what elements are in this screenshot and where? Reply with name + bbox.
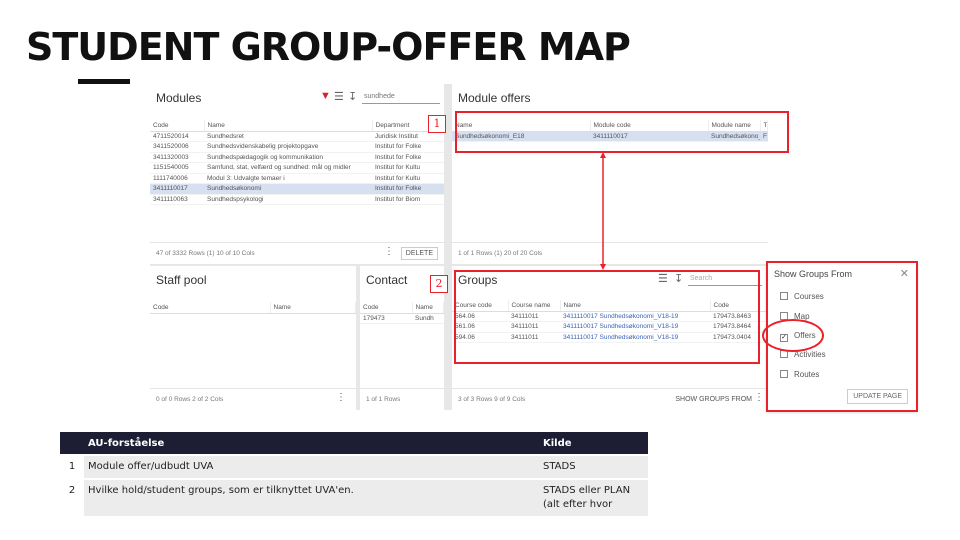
info-row: 1 Module offer/udbudt UVA STADS (60, 456, 648, 478)
cell: 3411520006 (150, 141, 204, 153)
more-options-icon[interactable]: ⋮ (384, 246, 394, 257)
cell: 4711520014 (150, 131, 204, 142)
filter-icon[interactable]: ▼ (320, 90, 331, 102)
cell: Sundhedsvidenskabelig projektopgave (204, 141, 372, 153)
staff-title: Staff pool (156, 273, 207, 287)
cell: Institut for Kultu (372, 173, 444, 184)
info-header-num (60, 432, 84, 454)
info-header-desc: AU-forståelse (84, 432, 539, 454)
column-header[interactable]: Code (150, 302, 271, 314)
column-header[interactable]: Code (150, 120, 205, 132)
slide-title: STUDENT GROUP-OFFER MAP (26, 25, 631, 69)
groups-footer: 3 of 3 Rows 9 of 9 Cols SHOW GROUPS FROM… (452, 388, 768, 410)
show-groups-from-button[interactable]: SHOW GROUPS FROM (675, 396, 752, 403)
option-label: Routes (794, 370, 820, 379)
modules-footer: 47 of 3332 Rows (1) 10 of 10 Cols ⋮ DELE… (150, 242, 444, 264)
contact-title: Contact (366, 273, 408, 287)
cell: 1151540005 (150, 162, 204, 174)
more-options-icon[interactable]: ⋮ (336, 392, 346, 403)
contact-grid: Code Name 179473 Sundh (360, 302, 444, 324)
download-icon[interactable]: ↧ (348, 90, 357, 103)
more-options-icon[interactable]: ⋮ (754, 392, 764, 403)
cell: Institut for Folke (372, 183, 444, 195)
title-underline (78, 79, 130, 84)
column-header[interactable]: Code (360, 302, 413, 314)
offers-row-count: 1 of 1 Rows (1) 20 of 20 Cols (458, 250, 543, 257)
info-header-source: Kilde (539, 432, 648, 454)
contact-footer: 1 of 1 Rows (360, 388, 444, 410)
option-courses[interactable]: Courses (780, 292, 824, 301)
cell: Sundhedspædagogik og kommunikation (204, 152, 372, 163)
info-table: AU-forståelse Kilde 1 Module offer/udbud… (60, 430, 648, 518)
slide: STUDENT GROUP-OFFER MAP Modules ▼ ☰ ↧ su… (0, 0, 960, 540)
groups-row-count: 3 of 3 Rows 9 of 9 Cols (458, 396, 526, 403)
staff-footer: 0 of 0 Rows 2 of 2 Cols ⋮ (150, 388, 356, 410)
modules-search-input[interactable]: sundhede (362, 90, 440, 104)
table-row[interactable]: 3411320003 Sundhedspædagogik og kommunika… (150, 152, 444, 163)
delete-button[interactable]: DELETE (400, 247, 438, 260)
row-number: 1 (60, 456, 84, 478)
cell: Institut for Folke (372, 152, 444, 163)
row-number: 2 (60, 480, 84, 516)
cell: Samfund, stat, velfærd og sundhed: mål o… (204, 162, 372, 174)
connector-arrow (600, 152, 606, 270)
cell: Institut for Folke (372, 141, 444, 153)
row-description: Module offer/udbudt UVA (84, 456, 539, 478)
groups-highlight-box (454, 270, 760, 364)
staff-panel-header: Staff pool (150, 266, 356, 292)
update-page-button[interactable]: UPDATE PAGE (847, 389, 908, 404)
cell: Sundhedspsykologi (204, 194, 372, 205)
info-row: 2 Hvilke hold/student groups, som er til… (60, 480, 648, 516)
row-description: Hvilke hold/student groups, som er tilkn… (84, 480, 539, 516)
table-row[interactable]: 179473 Sundh (360, 313, 444, 324)
table-row[interactable]: 4711520014 Sundhedsret Juridisk Institut (150, 131, 444, 142)
table-row[interactable]: 3411110063 Sundhedspsykologi Institut for … (150, 194, 444, 205)
cell: Institut for Kultu (372, 162, 444, 174)
staff-grid: Code Name (150, 302, 356, 314)
modules-grid: Code Name Department 4711520014 Sundhedsr… (150, 120, 444, 205)
table-row-selected[interactable]: 3411110017 Sundhedsøkonomi Institut for Fo… (150, 183, 444, 195)
checkbox[interactable] (780, 292, 788, 300)
cell: 1111740006 (150, 173, 204, 184)
cell: 179473 (360, 313, 412, 324)
columns-icon[interactable]: ☰ (334, 90, 344, 103)
contact-row-count: 1 of 1 Rows (366, 396, 401, 403)
modules-row-count: 47 of 3332 Rows (1) 10 of 10 Cols (156, 250, 255, 257)
close-icon[interactable]: ✕ (900, 267, 909, 280)
table-row[interactable]: 1151540005 Samfund, stat, velfærd og sund… (150, 162, 444, 174)
staff-row-count: 0 of 0 Rows 2 of 2 Cols (156, 396, 224, 403)
marker-2: 2 (430, 275, 448, 293)
table-row[interactable]: 3411520006 Sundhedsvidenskabelig projekto… (150, 141, 444, 153)
option-routes[interactable]: Routes (780, 370, 819, 379)
cell: 3411110017 (150, 183, 204, 195)
cell: Modul 3: Udvalgte temaer i (204, 173, 372, 184)
offers-title: Module offers (458, 91, 531, 105)
cell: Sundhedsøkonomi (204, 183, 372, 195)
table-row[interactable]: 1111740006 Modul 3: Udvalgte temaer i Inst… (150, 173, 444, 184)
modules-panel: Modules ▼ ☰ ↧ sundhede Code Name Departm… (150, 84, 444, 264)
column-header[interactable]: Name (270, 302, 356, 314)
offers-panel-header: Module offers (452, 84, 768, 110)
cell: Sundhedsret (204, 131, 372, 142)
row-source: STADS (539, 456, 648, 478)
column-header[interactable]: Name (412, 302, 444, 314)
cell: Institut for Biom (372, 194, 444, 205)
staff-pool-panel: Staff pool Code Name 0 of 0 Rows 2 of 2 … (150, 266, 356, 410)
offers-highlight-box (455, 111, 789, 153)
option-label: Courses (794, 292, 824, 301)
row-source: STADS eller PLAN (alt efter hvor (539, 480, 648, 516)
offers-highlight-ellipse (762, 319, 824, 352)
cell: 3411320003 (150, 152, 204, 163)
offers-footer: 1 of 1 Rows (1) 20 of 20 Cols (452, 242, 768, 264)
checkbox[interactable] (780, 370, 788, 378)
column-header[interactable]: Name (204, 120, 373, 132)
cell: 3411110063 (150, 194, 204, 205)
marker-1: 1 (428, 115, 446, 133)
cell: Sundh (412, 313, 444, 324)
modules-title: Modules (156, 91, 202, 105)
